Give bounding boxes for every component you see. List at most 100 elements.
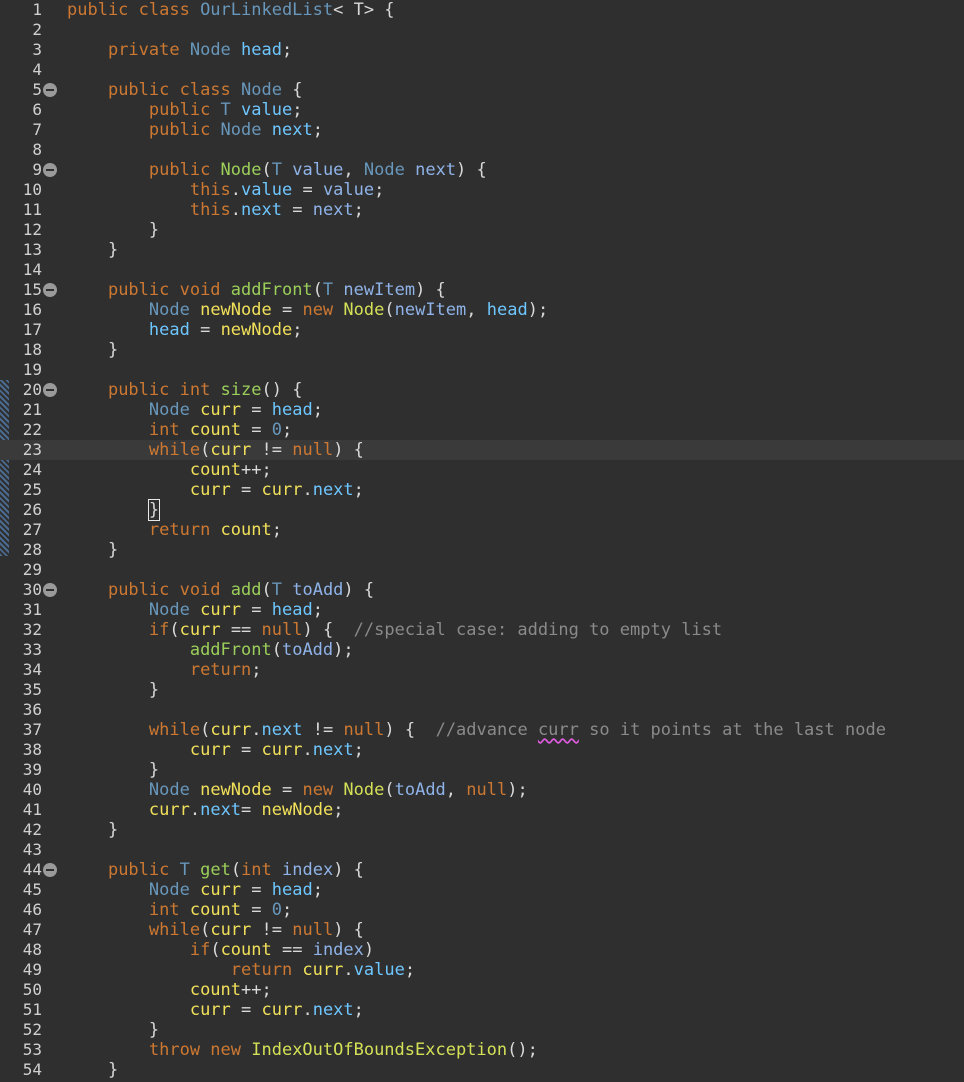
code-line[interactable]: 32 if(curr == null) { //special case: ad… bbox=[0, 620, 964, 640]
code-line[interactable]: 37 while(curr.next != null) { //advance … bbox=[0, 720, 964, 740]
code-line[interactable]: 30 public void add(T toAdd) { bbox=[0, 580, 964, 600]
code-line[interactable]: 5 public class Node { bbox=[0, 80, 964, 100]
code-token: null bbox=[466, 780, 508, 800]
code-token: head bbox=[486, 300, 528, 320]
code-text: curr = curr.next; bbox=[67, 480, 364, 500]
code-token: so it points at the last node bbox=[578, 720, 886, 740]
code-line[interactable]: 48 if(count == index) bbox=[0, 940, 964, 960]
collapse-fold-icon[interactable] bbox=[43, 163, 57, 177]
code-token: = bbox=[292, 180, 323, 200]
code-line[interactable]: 31 Node curr = head; bbox=[0, 600, 964, 620]
code-line[interactable]: 26 } bbox=[0, 499, 964, 521]
code-line[interactable]: 6 public T value; bbox=[0, 100, 964, 120]
code-token: //special case: adding to empty list bbox=[353, 620, 723, 640]
line-number: 1 bbox=[32, 0, 42, 19]
line-number: 37 bbox=[22, 720, 42, 739]
code-text: count++; bbox=[67, 460, 272, 480]
code-line[interactable]: 3 private Node head; bbox=[0, 40, 964, 60]
code-token: } bbox=[67, 540, 119, 560]
code-line[interactable]: 16 Node newNode = new Node(newItem, head… bbox=[0, 300, 964, 320]
code-token: toAdd bbox=[281, 640, 334, 660]
code-line[interactable]: 34 return; bbox=[0, 660, 964, 680]
code-text: return; bbox=[67, 660, 262, 680]
code-token: Node bbox=[148, 780, 201, 800]
collapse-fold-icon[interactable] bbox=[43, 383, 57, 397]
code-text: if(count == index) bbox=[67, 940, 374, 960]
code-line[interactable]: 53 throw new IndexOutOfBoundsException()… bbox=[0, 1040, 964, 1060]
code-line[interactable]: 44 public T get(int index) { bbox=[0, 860, 964, 880]
code-line[interactable]: 33 addFront(toAdd); bbox=[0, 640, 964, 660]
code-token: count bbox=[189, 900, 242, 920]
collapse-fold-icon[interactable] bbox=[43, 863, 57, 877]
collapse-fold-icon[interactable] bbox=[43, 83, 57, 97]
code-line[interactable]: 29 bbox=[0, 560, 964, 580]
code-token: ; bbox=[271, 520, 282, 540]
code-line[interactable]: 14 bbox=[0, 260, 964, 280]
code-line[interactable]: 4 bbox=[0, 60, 964, 80]
code-line[interactable]: 50 count++; bbox=[0, 980, 964, 1000]
code-token: if bbox=[189, 940, 211, 960]
code-token: while bbox=[148, 920, 201, 940]
code-line[interactable]: 38 curr = curr.next; bbox=[0, 740, 964, 760]
code-line[interactable]: 40 Node newNode = new Node(toAdd, null); bbox=[0, 780, 964, 800]
code-line[interactable]: 27 return count; bbox=[0, 520, 964, 540]
code-text: return count; bbox=[67, 520, 282, 540]
code-line[interactable]: 21 Node curr = head; bbox=[0, 400, 964, 420]
code-line[interactable]: 35 } bbox=[0, 680, 964, 700]
code-line[interactable]: 51 curr = curr.next; bbox=[0, 1000, 964, 1020]
code-line[interactable]: 18 } bbox=[0, 340, 964, 360]
code-line[interactable]: 2 bbox=[0, 20, 964, 40]
code-line[interactable]: 24 count++; bbox=[0, 460, 964, 480]
code-token: get bbox=[200, 860, 231, 880]
code-token: ) { bbox=[415, 280, 446, 300]
code-token: Node bbox=[220, 120, 272, 140]
code-line[interactable]: 49 return curr.value; bbox=[0, 960, 964, 980]
code-line[interactable]: 45 Node curr = head; bbox=[0, 880, 964, 900]
code-line[interactable]: 15 public void addFront(T newItem) { bbox=[0, 280, 964, 300]
code-line[interactable]: 41 curr.next= newNode; bbox=[0, 800, 964, 820]
line-number: 25 bbox=[22, 480, 42, 499]
code-line[interactable]: 43 bbox=[0, 840, 964, 860]
code-token: public bbox=[148, 120, 221, 140]
code-line[interactable]: 10 this.value = value; bbox=[0, 180, 964, 200]
code-line[interactable]: 39 } bbox=[0, 760, 964, 780]
collapse-fold-icon[interactable] bbox=[43, 283, 57, 297]
code-line[interactable]: 1 public class OurLinkedList< T> { bbox=[0, 0, 964, 20]
code-line[interactable]: 11 this.next = next; bbox=[0, 200, 964, 220]
code-token: ( bbox=[384, 780, 395, 800]
code-line[interactable]: 17 head = newNode; bbox=[0, 320, 964, 340]
code-line[interactable]: 7 public Node next; bbox=[0, 120, 964, 140]
code-text: Node curr = head; bbox=[67, 400, 323, 420]
code-line[interactable]: 20 public int size() { bbox=[0, 380, 964, 400]
code-token: addFront bbox=[230, 280, 313, 300]
code-token: curr bbox=[210, 440, 252, 460]
code-token: curr bbox=[210, 920, 252, 940]
code-line[interactable]: 54 } bbox=[0, 1060, 964, 1080]
code-line[interactable]: 9 public Node(T value, Node next) { bbox=[0, 160, 964, 180]
code-line[interactable]: 12 } bbox=[0, 220, 964, 240]
code-line[interactable]: 52 } bbox=[0, 1020, 964, 1040]
code-line[interactable]: 42 } bbox=[0, 820, 964, 840]
code-line[interactable]: 25 curr = curr.next; bbox=[0, 480, 964, 500]
code-line[interactable]: 23 while(curr != null) { bbox=[0, 440, 964, 460]
code-token: T bbox=[220, 100, 242, 120]
code-line[interactable]: 36 bbox=[0, 700, 964, 720]
code-token: null bbox=[292, 920, 334, 940]
code-token: ( bbox=[230, 860, 242, 880]
code-line[interactable]: 13 } bbox=[0, 240, 964, 260]
line-number: 43 bbox=[22, 840, 42, 859]
collapse-fold-icon[interactable] bbox=[43, 583, 57, 597]
code-token: ( bbox=[312, 280, 323, 300]
code-line[interactable]: 8 bbox=[0, 140, 964, 160]
code-line[interactable]: 47 while(curr != null) { bbox=[0, 920, 964, 940]
code-token: ; bbox=[281, 40, 293, 60]
code-line[interactable]: 28 } bbox=[0, 540, 964, 560]
code-line[interactable]: 46 int count = 0; bbox=[0, 900, 964, 920]
line-number: 12 bbox=[22, 220, 42, 239]
code-line[interactable]: 22 int count = 0; bbox=[0, 420, 964, 440]
code-line[interactable]: 19 bbox=[0, 360, 964, 380]
line-number: 42 bbox=[22, 820, 42, 839]
code-text: } bbox=[67, 499, 161, 521]
code-editor[interactable]: 1 public class OurLinkedList< T> {2 3 priv… bbox=[0, 0, 964, 1082]
